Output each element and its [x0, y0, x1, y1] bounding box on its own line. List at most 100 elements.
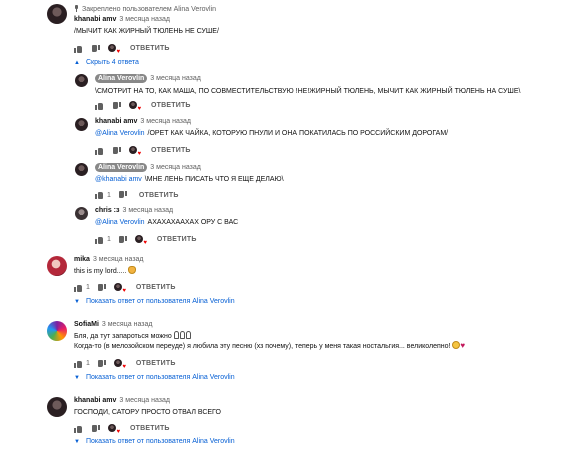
author-name[interactable]: khanabi amv: [74, 16, 116, 23]
show-reply-label: Показать ответ от пользователя Alina Ver…: [85, 298, 235, 305]
dislike-icon[interactable]: [92, 424, 100, 433]
avatar[interactable]: [75, 163, 88, 176]
timestamp[interactable]: 3 месяца назад: [102, 321, 153, 328]
timestamp[interactable]: 3 месяца назад: [150, 164, 201, 171]
timestamp[interactable]: 3 месяца назад: [119, 16, 170, 23]
cat-emoji-icon: [128, 266, 137, 274]
comment-body: Бля, да тут запароться можно: [74, 333, 172, 340]
reply-button[interactable]: ОТВЕТИТЬ: [136, 360, 176, 367]
comment-body: /ОРЕТ КАК ЧАЙКА, КОТОРУЮ ПНУЛИ И ОНА ПОК…: [147, 130, 449, 137]
comment-body: this is my lord.....: [74, 268, 127, 275]
like-icon[interactable]: [95, 147, 103, 155]
timestamp[interactable]: 3 месяца назад: [123, 207, 174, 214]
creator-heart-icon: ♥: [129, 101, 141, 112]
like-icon[interactable]: [74, 425, 82, 433]
comment-header: chris :з 3 месяца назад: [95, 207, 173, 214]
reply-button[interactable]: ОТВЕТИТЬ: [157, 236, 197, 243]
show-reply-button[interactable]: ▼ Показать ответ от пользователя Alina Ve…: [74, 374, 235, 381]
show-reply-label: Показать ответ от пользователя Alina Ver…: [85, 438, 235, 445]
action-bar: 1 ♥ ОТВЕТИТЬ: [95, 235, 197, 246]
ghost-emoji-icon: [173, 331, 179, 339]
like-icon[interactable]: [74, 360, 82, 368]
like-icon[interactable]: [74, 284, 82, 292]
dislike-icon[interactable]: [97, 359, 106, 368]
comment-header: mika 3 месяца назад: [74, 256, 144, 263]
reply-button[interactable]: ОТВЕТИТЬ: [130, 45, 170, 52]
dislike-icon[interactable]: [113, 146, 121, 155]
comment-text: @Alina Verovlin АХАХАХААХАХ ОРУ С ВАС: [95, 217, 238, 228]
chevron-down-icon: ▼: [74, 439, 80, 445]
creator-heart-icon: ♥: [134, 235, 147, 246]
like-icon[interactable]: [95, 236, 103, 244]
timestamp[interactable]: 3 месяца назад: [93, 256, 144, 263]
author-name[interactable]: SofiaMi: [74, 321, 99, 328]
author-name[interactable]: khanabi amv: [74, 397, 116, 404]
show-reply-button[interactable]: ▼ Показать ответ от пользователя Alina Ve…: [74, 438, 235, 445]
creator-heart-icon: ♥: [108, 44, 120, 55]
author-name[interactable]: mika: [74, 256, 90, 263]
dislike-icon[interactable]: [118, 191, 127, 199]
timestamp[interactable]: 3 месяца назад: [119, 397, 170, 404]
chevron-down-icon: ▼: [74, 299, 80, 305]
pinned-text: Закреплено пользователем Alina Verovlin: [82, 6, 217, 13]
reply-button[interactable]: ОТВЕТИТЬ: [130, 425, 170, 432]
avatar[interactable]: [75, 74, 88, 87]
dislike-icon[interactable]: [118, 235, 127, 244]
avatar[interactable]: [47, 397, 67, 417]
reply-button[interactable]: ОТВЕТИТЬ: [151, 102, 191, 109]
mention-link[interactable]: @khanabi amv: [95, 176, 142, 183]
author-chip[interactable]: Alina Verovlin: [95, 74, 148, 83]
comment-body: \МНЕ ЛЕНЬ ПИСАТЬ ЧТО Я ЕЩЕ ДЕЛАЮ\: [144, 176, 284, 183]
show-reply-label: Показать ответ от пользователя Alina Ver…: [85, 374, 235, 381]
comment-header: Alina Verovlin 3 месяца назад: [95, 163, 201, 172]
action-bar: ♥ ОТВЕТИТЬ: [74, 44, 170, 55]
reply-button[interactable]: ОТВЕТИТЬ: [151, 147, 191, 154]
ghost-emoji-icon: [179, 331, 185, 339]
creator-heart-icon: ♥: [108, 424, 120, 435]
creator-heart-icon: ♥: [113, 283, 126, 294]
comment-header: SofiaMi 3 месяца назад: [74, 321, 152, 328]
show-reply-button[interactable]: ▼ Показать ответ от пользователя Alina Ve…: [74, 298, 235, 305]
comment-text: /МЫЧИТ КАК ЖИРНЫЙ ТЮЛЕНЬ НЕ СУШЕ/: [74, 28, 219, 35]
comment-text: @khanabi amv \МНЕ ЛЕНЬ ПИСАТЬ ЧТО Я ЕЩЕ Д…: [95, 174, 284, 185]
comment-text: \СМОТРИТ НА ТО, КАК МАША, ПО СОВМЕСТИТЕЛ…: [95, 88, 521, 95]
like-count: 1: [86, 360, 90, 367]
mention-link[interactable]: @Alina Verovlin: [95, 219, 145, 226]
pin-icon: [74, 5, 79, 12]
action-bar: 1 ♥ ОТВЕТИТЬ: [74, 359, 176, 370]
comment-body: АХАХАХААХАХ ОРУ С ВАС: [147, 219, 239, 226]
like-icon[interactable]: [95, 191, 103, 199]
like-count: 1: [107, 191, 111, 199]
timestamp[interactable]: 3 месяца назад: [140, 118, 191, 125]
like-icon[interactable]: [74, 45, 82, 53]
comment-header: khanabi amv 3 месяца назад: [95, 118, 191, 125]
author-chip[interactable]: Alina Verovlin: [95, 163, 148, 172]
author-name[interactable]: khanabi amv: [95, 118, 137, 125]
avatar[interactable]: [47, 4, 67, 24]
action-bar: 1 ОТВЕТИТЬ: [95, 191, 179, 199]
comment-header: Alina Verovlin 3 месяца назад: [95, 74, 201, 83]
action-bar: ♥ ОТВЕТИТЬ: [95, 101, 191, 112]
ghost-emoji-icon: [185, 331, 191, 339]
dislike-icon[interactable]: [97, 283, 106, 292]
like-count: 1: [107, 236, 111, 243]
reply-button[interactable]: ОТВЕТИТЬ: [139, 192, 179, 199]
avatar[interactable]: [47, 256, 67, 276]
avatar[interactable]: [47, 321, 67, 341]
timestamp[interactable]: 3 месяца назад: [150, 75, 201, 82]
reply-button[interactable]: ОТВЕТИТЬ: [136, 284, 176, 291]
smiley-emoji-icon: [452, 341, 461, 349]
like-icon[interactable]: [95, 102, 103, 110]
avatar[interactable]: [75, 118, 88, 131]
dislike-icon[interactable]: [113, 101, 121, 110]
comment-header: khanabi amv 3 месяца назад: [74, 16, 170, 23]
comment-body: Когда-то (в мелозойском переуде) я любил…: [74, 343, 451, 350]
mention-link[interactable]: @Alina Verovlin: [95, 130, 145, 137]
action-bar: 1 ♥ ОТВЕТИТЬ: [74, 283, 176, 294]
creator-heart-icon: ♥: [113, 359, 126, 370]
chevron-up-icon: ▲: [74, 60, 80, 66]
author-name[interactable]: chris :з: [95, 207, 120, 214]
dislike-icon[interactable]: [92, 44, 100, 53]
hide-replies-button[interactable]: ▲ Скрыть 4 ответа: [74, 59, 139, 66]
avatar[interactable]: [75, 207, 88, 220]
